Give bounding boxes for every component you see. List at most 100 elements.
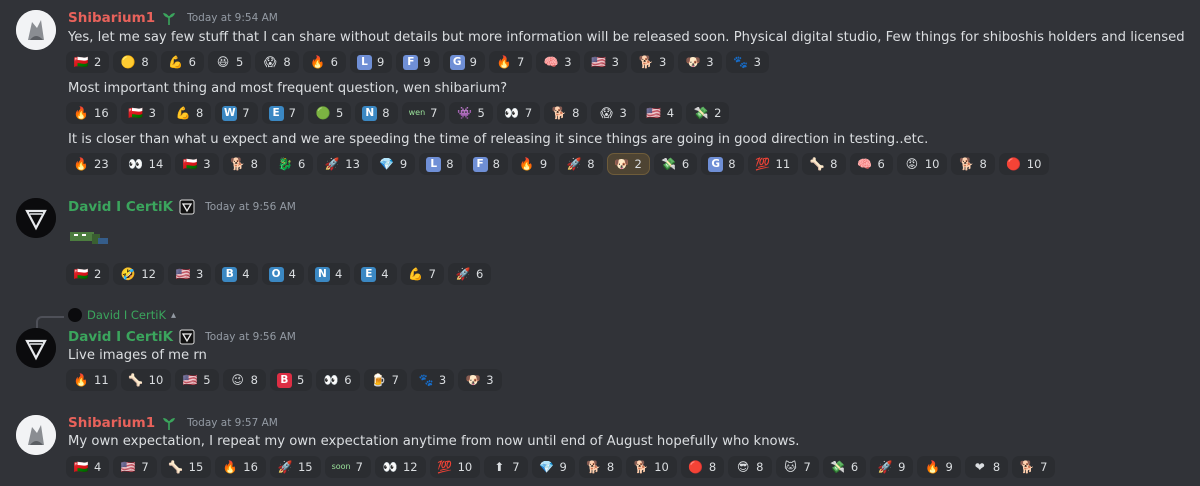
- username-shibarium[interactable]: Shibarium1: [68, 10, 155, 26]
- reaction-scream[interactable]: 😱 3: [591, 102, 635, 124]
- reaction-letter-e[interactable]: E7: [261, 102, 304, 124]
- avatar-certik[interactable]: [16, 198, 56, 238]
- reaction-fire-hand[interactable]: 🔥 16: [215, 456, 266, 478]
- reaction-eyes[interactable]: 👀 7: [496, 102, 541, 124]
- reaction-money-custom[interactable]: 💸 6: [653, 153, 698, 175]
- reaction-count: 8: [195, 106, 204, 120]
- reaction-green-blob[interactable]: 🟢 5: [307, 102, 352, 124]
- reaction-red-token[interactable]: 🔴 10: [998, 153, 1050, 175]
- reaction-letter-o[interactable]: O4: [261, 263, 304, 285]
- reaction-muscle[interactable]: 💪 7: [400, 263, 444, 285]
- reaction-flag-us[interactable]: 🇺🇸 5: [175, 369, 219, 391]
- reaction-fire[interactable]: 🔥 11: [66, 369, 117, 391]
- avatar-shibarium[interactable]: [16, 10, 56, 50]
- reaction-fire[interactable]: 🔥 9: [917, 456, 961, 478]
- reaction-bone[interactable]: 🦴 8: [802, 153, 846, 175]
- reaction-rocket-green[interactable]: 🚀 8: [559, 153, 603, 175]
- reaction-heart[interactable]: ❤ 8: [964, 456, 1009, 478]
- reaction-brain[interactable]: 🧠 6: [849, 153, 893, 175]
- reaction-hundred[interactable]: 💯 10: [429, 456, 481, 478]
- reaction-scream[interactable]: 😱 8: [255, 51, 299, 73]
- reaction-shiba-custom[interactable]: 🐾 3: [410, 369, 455, 391]
- reaction-eyes[interactable]: 👀 12: [374, 456, 426, 478]
- flag-us-icon: 🇺🇸: [591, 55, 607, 69]
- reaction-shiba-king[interactable]: 🐶 2: [606, 153, 650, 175]
- reaction-muscle[interactable]: 💪 6: [160, 51, 204, 73]
- reaction-robot-custom[interactable]: 👾 5: [449, 102, 493, 124]
- reaction-sunglasses[interactable]: 😎 8: [728, 456, 772, 478]
- reaction-shiba-red[interactable]: 🐕 8: [951, 153, 995, 175]
- reaction-flag-oman[interactable]: 🇴🇲 3: [175, 153, 219, 175]
- reaction-shiba-custom[interactable]: 🐾 3: [725, 51, 769, 73]
- username-certik[interactable]: David I CertiK: [68, 329, 173, 345]
- reaction-wen-custom[interactable]: wen 7: [401, 102, 446, 124]
- reaction-soon-custom[interactable]: soon 7: [324, 456, 371, 478]
- reaction-letter-w[interactable]: W7: [215, 102, 258, 124]
- reaction-shiba-face[interactable]: 🐕 7: [1012, 456, 1056, 478]
- reaction-letter-n[interactable]: N8: [355, 102, 398, 124]
- reaction-shiba-red[interactable]: 🐕 10: [626, 456, 677, 478]
- reaction-letter-e[interactable]: E4: [354, 263, 397, 285]
- reaction-letter-f[interactable]: F9: [396, 51, 439, 73]
- reaction-fire-hand[interactable]: 🔥 23: [66, 153, 117, 175]
- reaction-letter-n[interactable]: N4: [307, 263, 351, 285]
- reaction-money-custom[interactable]: 💸 2: [686, 102, 730, 124]
- username-shibarium[interactable]: Shibarium1: [68, 415, 155, 431]
- reaction-rocket-green[interactable]: 🚀 15: [269, 456, 321, 478]
- reaction-shiba-custom[interactable]: 🐕 8: [578, 456, 623, 478]
- reaction-flag-us[interactable]: 🇺🇸 3: [167, 263, 212, 285]
- reaction-muscle[interactable]: 💪 8: [167, 102, 212, 124]
- reaction-letter-g[interactable]: G8: [701, 153, 744, 175]
- reaction-brain[interactable]: 🧠 3: [536, 51, 580, 73]
- reaction-letter-b-red[interactable]: B5: [269, 369, 313, 391]
- reaction-rocket[interactable]: 🚀 9: [870, 456, 914, 478]
- reply-reference[interactable]: David I CertiK ▴: [68, 308, 176, 322]
- reaction-yellow-circle[interactable]: 🟡 8: [113, 51, 157, 73]
- reaction-fire-hand[interactable]: 🔥 6: [302, 51, 346, 73]
- reaction-fire[interactable]: 🔥 16: [66, 102, 117, 124]
- reaction-gem[interactable]: 💎 9: [531, 456, 575, 478]
- reaction-flag-us[interactable]: 🇺🇸 3: [583, 51, 627, 73]
- reaction-shiba-custom[interactable]: 🐕 8: [222, 153, 266, 175]
- reaction-fire[interactable]: 🔥 9: [511, 153, 556, 175]
- reaction-count: 8: [141, 55, 149, 69]
- reaction-flag-us[interactable]: 🇺🇸 7: [113, 456, 157, 478]
- reaction-hundred[interactable]: 💯 11: [747, 153, 799, 175]
- reaction-fire[interactable]: 🔥 7: [488, 51, 533, 73]
- reaction-bone[interactable]: 🦴 15: [160, 456, 212, 478]
- reaction-red-token[interactable]: 🔴 8: [680, 456, 725, 478]
- reaction-flag-oman[interactable]: 🇴🇲 4: [66, 456, 110, 478]
- reaction-eyes[interactable]: 👀 14: [120, 153, 172, 175]
- reaction-beer[interactable]: 🍺 7: [363, 369, 407, 391]
- reaction-flag-oman[interactable]: 🇴🇲 2: [66, 263, 110, 285]
- username-certik[interactable]: David I CertiK: [68, 199, 173, 215]
- reaction-letter-f[interactable]: F8: [465, 153, 508, 175]
- reaction-wink[interactable]: 😉 8: [222, 369, 266, 391]
- avatar-certik[interactable]: [16, 328, 56, 368]
- reaction-gem[interactable]: 💎 9: [371, 153, 416, 175]
- reaction-flag-us[interactable]: 🇺🇸 4: [638, 102, 683, 124]
- reaction-arrow-up-green[interactable]: ⬆ 7: [484, 456, 528, 478]
- reaction-shiba-face[interactable]: 🐕 3: [630, 51, 675, 73]
- reaction-doge-face[interactable]: 🐶 3: [458, 369, 502, 391]
- reaction-shiba-custom[interactable]: 🐕 8: [544, 102, 588, 124]
- reaction-bone[interactable]: 🦴 10: [120, 369, 172, 391]
- reaction-letter-b[interactable]: B4: [215, 263, 258, 285]
- reaction-doge-face[interactable]: 🐶 3: [678, 51, 722, 73]
- reaction-cat-face[interactable]: 🐱 7: [775, 456, 819, 478]
- reaction-dragon-custom[interactable]: 🐉 6: [269, 153, 314, 175]
- reaction-money-custom[interactable]: 💸 6: [822, 456, 867, 478]
- reaction-laugh[interactable]: 😆 5: [207, 51, 252, 73]
- reaction-letter-g[interactable]: G9: [442, 51, 485, 73]
- reaction-flag-oman[interactable]: 🇴🇲 3: [120, 102, 164, 124]
- reaction-letter-l[interactable]: L9: [349, 51, 393, 73]
- reaction-eyes[interactable]: 👀 6: [316, 369, 360, 391]
- reaction-rofl[interactable]: 🤣 12: [113, 263, 164, 285]
- reaction-rocket[interactable]: 🚀 13: [317, 153, 368, 175]
- reaction-letter-l[interactable]: L8: [419, 153, 462, 175]
- reaction-flag-oman[interactable]: 🇴🇲 2: [66, 51, 110, 73]
- reaction-red-face[interactable]: 😡 10: [896, 153, 948, 175]
- reaction-rocket-green[interactable]: 🚀 6: [447, 263, 492, 285]
- reaction-count: 8: [728, 157, 736, 171]
- avatar-shibarium[interactable]: [16, 415, 56, 455]
